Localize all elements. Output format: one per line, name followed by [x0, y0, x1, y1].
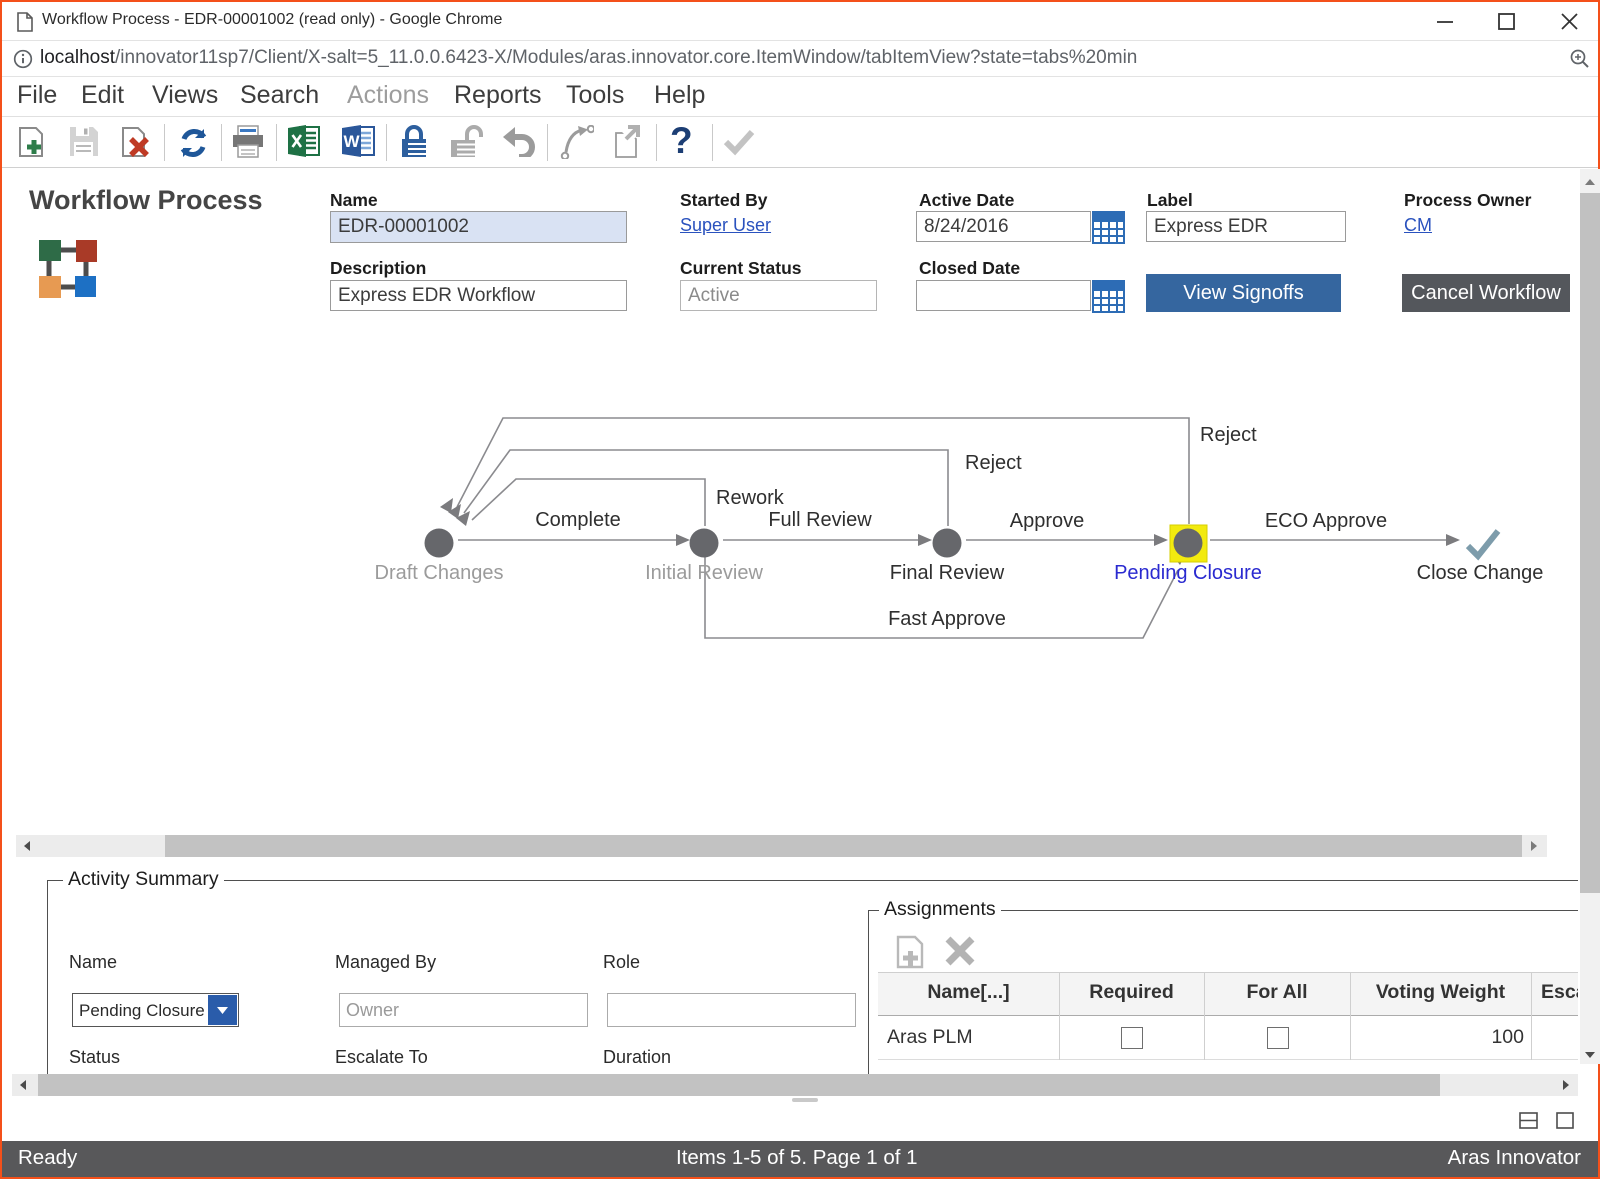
- svg-text:Reject: Reject: [1200, 424, 1257, 446]
- svg-text:Draft Changes: Draft Changes: [375, 562, 504, 584]
- svg-text:Pending Closure: Pending Closure: [1114, 562, 1262, 584]
- svg-text:Initial Review: Initial Review: [645, 562, 763, 584]
- svg-text:Approve: Approve: [1010, 510, 1085, 532]
- svg-text:Complete: Complete: [535, 509, 621, 531]
- svg-text:Final Review: Final Review: [890, 562, 1005, 584]
- svg-text:Close Change: Close Change: [1417, 562, 1544, 584]
- svg-text:Rework: Rework: [716, 487, 785, 509]
- svg-text:ECO Approve: ECO Approve: [1265, 510, 1387, 532]
- svg-text:Full Review: Full Review: [768, 509, 872, 531]
- svg-text:Reject: Reject: [965, 452, 1022, 474]
- svg-text:Fast Approve: Fast Approve: [888, 608, 1006, 630]
- svg-text:W: W: [343, 132, 360, 151]
